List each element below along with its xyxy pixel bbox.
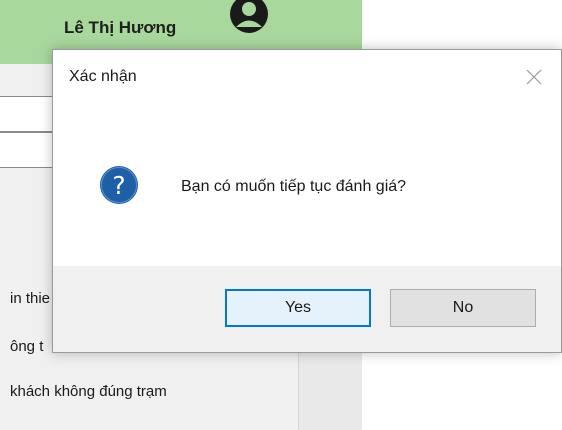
user-avatar-icon[interactable] [222,0,276,42]
yes-button[interactable]: Yes [225,289,371,327]
list-item[interactable]: khách không đúng trạm [10,383,167,400]
question-icon: ? [100,166,138,204]
dialog-body: ? Bạn có muốn tiếp tục đánh giá? [53,114,561,266]
no-button[interactable]: No [390,289,536,327]
dialog-footer: Yes No [53,266,561,352]
dialog-title: Xác nhận [69,68,137,85]
close-icon [526,69,542,85]
list-item[interactable]: in thie [10,290,50,307]
svg-text:?: ? [112,171,125,200]
user-name: Lê Thị Hương [64,18,177,37]
dialog-message: Bạn có muốn tiếp tục đánh giá? [181,178,407,195]
list-item[interactable]: ông t [10,338,43,355]
close-button[interactable] [521,64,547,90]
input-field[interactable] [0,132,56,168]
confirm-dialog: Xác nhận ? Bạn có muốn tiếp tục đánh giá… [52,49,562,353]
input-field[interactable] [0,96,56,132]
